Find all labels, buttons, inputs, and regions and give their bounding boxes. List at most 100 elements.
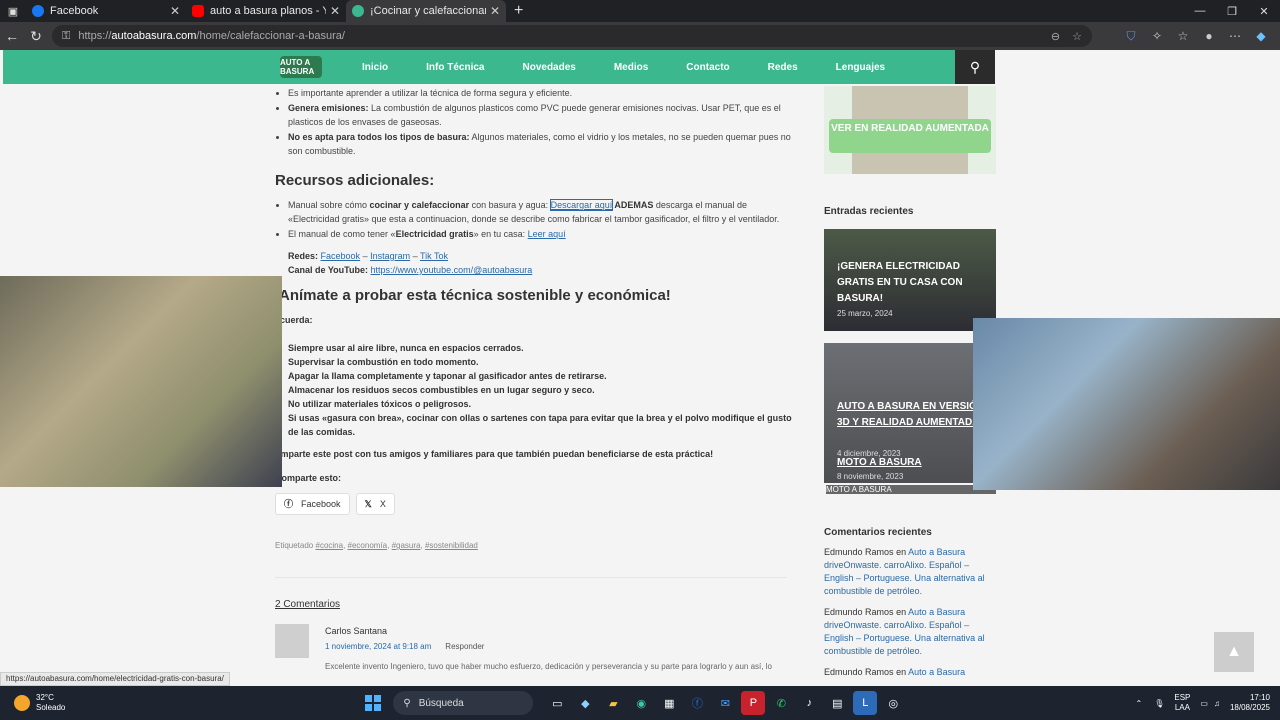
nav-medios[interactable]: Medios <box>614 62 648 73</box>
recent-post-card[interactable]: ¡GENERA ELECTRICIDAD GRATIS EN TU CASA C… <box>824 229 996 331</box>
browser-tab-strip: ▣ Facebook ✕ auto a basura planos - YouT… <box>0 0 1280 22</box>
comment-post-link[interactable]: Auto a Basura <box>908 667 965 677</box>
search-placeholder: Búsqueda <box>418 697 464 709</box>
shield-icon[interactable]: ⛉ <box>1118 29 1144 44</box>
lang-bottom: LAA <box>1174 703 1190 712</box>
search-icon[interactable]: ⚲ <box>955 50 995 84</box>
back-arrow-icon[interactable]: ← <box>0 28 24 44</box>
nav-inicio[interactable]: Inicio <box>362 62 388 73</box>
new-tab-icon[interactable]: + <box>514 2 523 20</box>
taskbar-search-input[interactable]: ⚲ Búsqueda <box>393 691 534 715</box>
nav-contacto[interactable]: Contacto <box>686 62 729 73</box>
post-date: 8 noviembre, 2023 <box>837 472 904 481</box>
instagram-link[interactable]: Instagram <box>370 251 410 261</box>
tiktok-link[interactable]: Tik Tok <box>420 251 448 261</box>
facebook-app-icon[interactable]: ⓕ <box>685 691 709 715</box>
language-indicator[interactable]: ESP LAA <box>1174 693 1190 713</box>
site-logo[interactable]: AUTO A BASURA <box>280 56 322 78</box>
whatsapp-icon[interactable]: ✆ <box>769 691 793 715</box>
close-window-icon[interactable]: ✕ <box>1248 0 1280 22</box>
comment-author: Edmundo Ramos <box>824 607 894 617</box>
post-title[interactable]: MOTO A BASURA <box>837 455 922 471</box>
close-tab-icon[interactable]: ✕ <box>330 4 340 18</box>
tags-label: Etiquetado <box>275 541 314 550</box>
share-facebook-button[interactable]: ⓕ Facebook <box>275 493 350 515</box>
nav-info-tecnica[interactable]: Info Técnica <box>426 62 484 73</box>
recent-post-card[interactable]: AUTO A BASURA EN VERSIÓN 3D Y REALIDAD A… <box>824 343 996 483</box>
tag-link[interactable]: #economía <box>348 541 388 550</box>
weather-condition: Soleado <box>36 703 66 712</box>
minimize-icon[interactable]: — <box>1184 0 1216 22</box>
button-label: Facebook <box>301 499 341 509</box>
tag-link[interactable]: #sostenibilidad <box>425 541 478 550</box>
photo-app-icon[interactable]: ▤ <box>825 691 849 715</box>
restore-icon[interactable]: ❐ <box>1216 0 1248 22</box>
nav-lenguajes[interactable]: Lenguajes <box>836 62 885 73</box>
read-link[interactable]: Leer aquí <box>528 229 566 239</box>
youtube-favicon-icon <box>192 5 204 17</box>
download-link[interactable]: Descargar aquí <box>549 199 614 211</box>
editor-app-icon[interactable]: L <box>853 691 878 715</box>
tab-autoabasura[interactable]: ¡Cocinar y calefaccionar con basu ✕ <box>346 0 506 22</box>
weather-widget[interactable]: 32°C Soleado <box>14 693 65 713</box>
task-view-icon[interactable]: ▭ <box>545 691 569 715</box>
reader-icon[interactable]: ⊖ <box>1051 30 1060 43</box>
list-item: No es apta para todos los tipos de basur… <box>288 130 795 158</box>
microphone-icon[interactable]: 🎙︎ <box>1154 699 1164 708</box>
system-tray: ⌃ 🎙︎ ESP LAA ▭ ♫ 17:10 18/08/2025 <box>1136 693 1270 713</box>
tag-link[interactable]: #gasura <box>392 541 421 550</box>
nav-redes[interactable]: Redes <box>768 62 798 73</box>
close-tab-icon[interactable]: ✕ <box>490 4 500 18</box>
pinterest-icon[interactable]: P <box>741 691 766 715</box>
chrome-icon[interactable]: ◎ <box>881 691 905 715</box>
share-x-button[interactable]: 𝕏X <box>355 493 395 515</box>
network-icon[interactable]: ▭ <box>1200 699 1208 708</box>
recent-comment: Edmundo Ramos en Auto a Basura <box>824 666 996 679</box>
search-icon: ⚲ <box>403 697 411 709</box>
broken-image-alt: MOTO A BASURA <box>826 485 996 494</box>
profile-avatar-icon[interactable]: ● <box>1196 29 1222 44</box>
copilot-app-icon[interactable]: ◆ <box>573 691 597 715</box>
post-title[interactable]: ¡GENERA ELECTRICIDAD GRATIS EN TU CASA C… <box>837 259 996 307</box>
comment-on: en <box>896 607 907 617</box>
close-tab-icon[interactable]: ✕ <box>170 4 180 18</box>
link-status-bar: https://autoabasura.com/home/electricida… <box>0 672 230 686</box>
windows-taskbar: 32°C Soleado ⚲ Búsqueda ▭ ◆ ▰ ◉ ▦ ⓕ ✉ P ✆ … <box>0 686 1280 720</box>
sidebar: VER EN REALIDAD AUMENTADA Entradas recie… <box>824 86 996 679</box>
comment-date[interactable]: 1 noviembre, 2024 at 9:18 am <box>325 642 431 651</box>
start-button[interactable] <box>365 695 382 711</box>
youtube-channel-link[interactable]: https://www.youtube.com/@autoabasura <box>371 265 533 275</box>
divider <box>275 577 787 578</box>
file-explorer-icon[interactable]: ▰ <box>601 691 625 715</box>
recuerda-label: ecuerda: <box>275 315 313 325</box>
messenger-icon[interactable]: ✉ <box>713 691 737 715</box>
reply-link[interactable]: Responder <box>445 642 484 651</box>
tab-youtube[interactable]: auto a basura planos - YouTube ✕ <box>186 0 346 22</box>
tag-link[interactable]: #cocina <box>316 541 344 550</box>
site-info-icon[interactable]: ⚿ <box>62 30 70 43</box>
resources-list: Manual sobre cómo cocinar y calefacciona… <box>275 198 795 241</box>
extensions-icon[interactable]: ✧ <box>1144 29 1170 44</box>
copilot-icon[interactable]: ◆ <box>1248 29 1274 44</box>
favorites-icon[interactable]: ☆ <box>1170 29 1196 44</box>
url-input[interactable]: ⚿ https://autoabasura.com/home/calefacci… <box>52 25 1092 47</box>
ar-button[interactable]: VER EN REALIDAD AUMENTADA <box>829 119 991 153</box>
more-menu-icon[interactable]: ⋯ <box>1222 29 1248 44</box>
chevron-up-icon[interactable]: ⌃ <box>1136 699 1143 708</box>
avatar <box>275 624 309 658</box>
nav-novedades[interactable]: Novedades <box>522 62 575 73</box>
facebook-link[interactable]: Facebook <box>321 251 361 261</box>
recent-posts-heading: Entradas recientes <box>824 206 914 217</box>
reload-icon[interactable]: ↻ <box>24 28 48 45</box>
text: » en tu casa: <box>473 229 528 239</box>
favorite-star-icon[interactable]: ☆ <box>1072 30 1082 43</box>
volume-icon[interactable]: ♫ <box>1214 699 1220 708</box>
edge-browser-icon[interactable]: ◉ <box>629 691 653 715</box>
window-menu-icon[interactable]: ▣ <box>0 0 26 22</box>
tiktok-icon[interactable]: ♪ <box>797 691 821 715</box>
store-icon[interactable]: ▦ <box>657 691 681 715</box>
back-to-top-button[interactable]: ▲ <box>1214 632 1254 672</box>
clock[interactable]: 17:10 18/08/2025 <box>1230 693 1270 713</box>
tab-facebook[interactable]: Facebook ✕ <box>26 0 186 22</box>
list-item: Manual sobre cómo cocinar y calefacciona… <box>288 198 795 226</box>
